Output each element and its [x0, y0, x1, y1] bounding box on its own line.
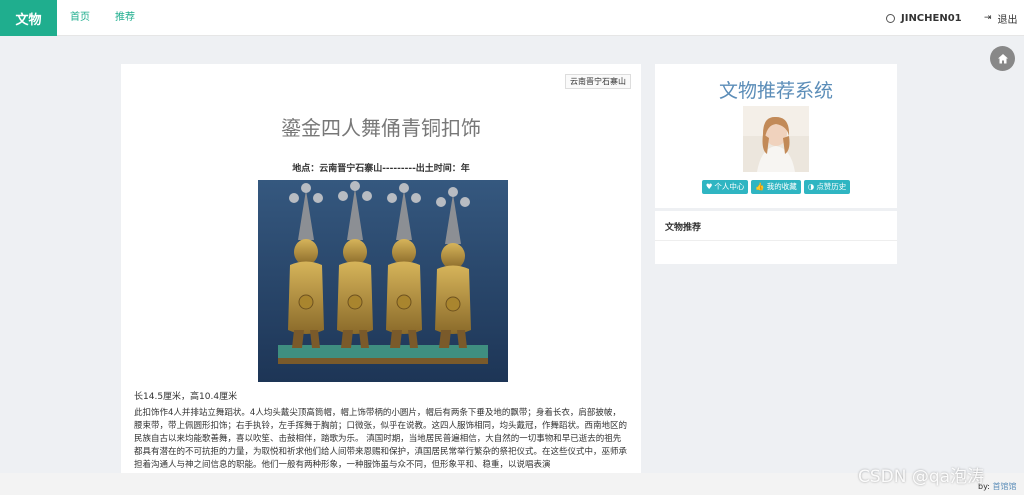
- recommendations-title: 文物推荐: [665, 223, 702, 233]
- brand-logo[interactable]: 文物: [0, 0, 57, 36]
- like-history-button[interactable]: ◑ 点赞历史: [803, 180, 851, 194]
- user-icon: [886, 13, 895, 23]
- floating-home-button[interactable]: [990, 46, 1015, 71]
- recommendations-card: 文物推荐: [655, 211, 897, 264]
- artifact-detail-card: 云南晋宁石寨山 鎏金四人舞俑青铜扣饰 地点：云南晋宁石寨山---------出土…: [121, 64, 641, 484]
- avatar: [743, 106, 809, 172]
- username-label: JINCHEN01: [901, 12, 962, 24]
- footer-author-link[interactable]: 首馆馆: [992, 482, 1016, 491]
- home-icon: [997, 53, 1008, 63]
- heart-icon: ♥: [705, 182, 713, 191]
- logout-button[interactable]: ⇥ 退出: [984, 0, 1018, 36]
- logout-label: 退出: [997, 14, 1018, 26]
- system-title: 文物推荐系统: [718, 80, 833, 102]
- artifact-dimensions: 长14.5厘米，高10.4厘米: [134, 392, 238, 402]
- avatar-illustration: [743, 106, 809, 172]
- top-navbar: 文物 首页 推荐 JINCHEN01 ⇥ 退出: [0, 0, 1024, 36]
- profile-actions: ♥ 个人中心 👍 我的收藏 ◑ 点赞历史: [655, 180, 897, 194]
- artifact-description: 此扣饰作4人并排站立舞蹈状。4人均头戴尖顶高筒帽，帽上饰带柄的小圆片，帽后有两条…: [134, 408, 628, 470]
- artifact-meta: 地点：云南晋宁石寨山---------出土时间：年: [292, 164, 470, 174]
- artifact-title: 鎏金四人舞俑青铜扣饰: [281, 116, 481, 140]
- csdn-watermark: CSDN @qa泡涛: [858, 467, 985, 487]
- sidebar-profile-card: 文物推荐系统 ♥ 个人中心 👍 我的收藏 ◑ 点赞历史: [655, 64, 897, 208]
- half-circle-icon: ◑: [807, 182, 815, 191]
- profile-center-button[interactable]: ♥ 个人中心: [701, 180, 749, 194]
- my-favorites-label: 我的收藏: [766, 182, 797, 191]
- thumbs-up-icon: 👍: [755, 182, 765, 191]
- my-favorites-button[interactable]: 👍 我的收藏: [751, 180, 801, 194]
- nav-recommend-link[interactable]: 推荐: [115, 0, 135, 36]
- location-badge[interactable]: 云南晋宁石寨山: [565, 74, 631, 89]
- user-menu[interactable]: JINCHEN01: [886, 0, 962, 36]
- divider: [655, 240, 897, 241]
- sign-out-icon: ⇥: [984, 13, 992, 23]
- nav-home-link[interactable]: 首页: [70, 0, 90, 36]
- bronze-dancers-illustration: [258, 180, 508, 382]
- artifact-image: [258, 180, 508, 382]
- like-history-label: 点赞历史: [816, 182, 847, 191]
- profile-center-label: 个人中心: [714, 182, 745, 191]
